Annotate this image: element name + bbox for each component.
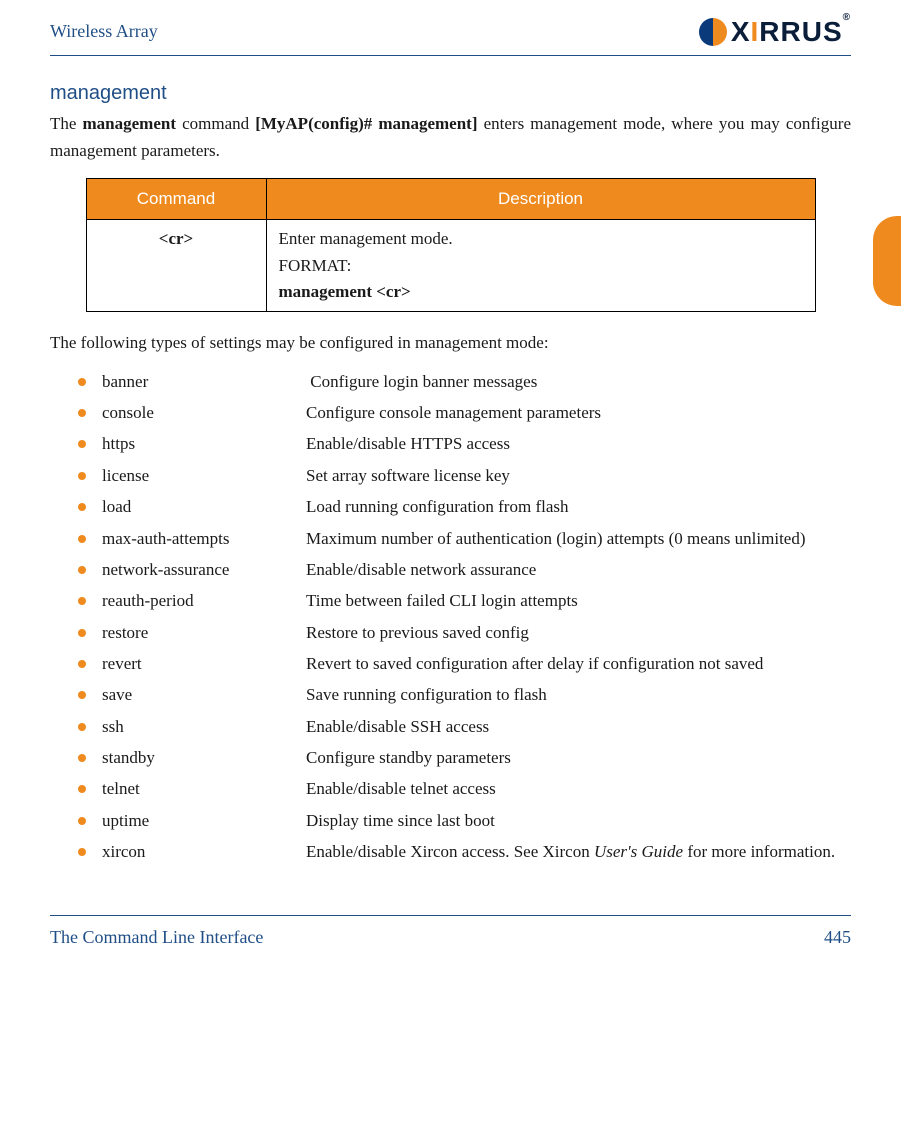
desc-line-3: management <cr> <box>279 282 411 301</box>
setting-term: ssh <box>102 714 306 740</box>
list-item: revertRevert to saved configuration afte… <box>78 651 851 677</box>
table-cell-command: <cr> <box>86 220 266 312</box>
table-row: <cr> Enter management mode. FORMAT: mana… <box>86 220 815 312</box>
setting-term: standby <box>102 745 306 771</box>
setting-def: Configure standby parameters <box>306 748 511 767</box>
side-tab <box>873 216 901 306</box>
list-item: max-auth-attemptsMaximum number of authe… <box>78 526 851 552</box>
list-item: loadLoad running configuration from flas… <box>78 494 851 520</box>
list-item: restoreRestore to previous saved config <box>78 620 851 646</box>
setting-term: max-auth-attempts <box>102 526 306 552</box>
setting-term: console <box>102 400 306 426</box>
section-heading: management <box>50 78 851 109</box>
setting-def: Enable/disable HTTPS access <box>306 434 510 453</box>
setting-term: network-assurance <box>102 557 306 583</box>
setting-term: save <box>102 682 306 708</box>
running-header: Wireless Array XIRRUS® <box>50 10 851 56</box>
setting-def: Enable/disable SSH access <box>306 717 489 736</box>
list-item: telnetEnable/disable telnet access <box>78 776 851 802</box>
list-item: httpsEnable/disable HTTPS access <box>78 431 851 457</box>
list-item: reauth-periodTime between failed CLI log… <box>78 588 851 614</box>
intro-text-1: The <box>50 114 83 133</box>
setting-term: uptime <box>102 808 306 834</box>
setting-def: Maximum number of authentication (login)… <box>306 529 806 548</box>
brand-name: XIRRUS® <box>731 10 851 53</box>
command-table: Command Description <cr> Enter managemen… <box>86 178 816 312</box>
setting-def-italic: User's Guide <box>594 842 683 861</box>
setting-term: xircon <box>102 839 306 865</box>
setting-def: Configure console management parameters <box>306 403 601 422</box>
intro-text-2: command <box>176 114 255 133</box>
footer-left: The Command Line Interface <box>50 924 263 952</box>
setting-def: Enable/disable network assurance <box>306 560 536 579</box>
list-item: licenseSet array software license key <box>78 463 851 489</box>
desc-line-1: Enter management mode. <box>279 226 803 252</box>
setting-term: https <box>102 431 306 457</box>
setting-def: Time between failed CLI login attempts <box>306 591 578 610</box>
list-item: sshEnable/disable SSH access <box>78 714 851 740</box>
setting-def: Display time since last boot <box>306 811 495 830</box>
list-item: standbyConfigure standby parameters <box>78 745 851 771</box>
table-header-description: Description <box>266 179 815 220</box>
footer-page-number: 445 <box>824 924 851 952</box>
setting-term: revert <box>102 651 306 677</box>
brand-logo: XIRRUS® <box>699 10 851 53</box>
table-header-row: Command Description <box>86 179 815 220</box>
setting-term: telnet <box>102 776 306 802</box>
list-item: saveSave running configuration to flash <box>78 682 851 708</box>
setting-def: Load running configuration from flash <box>306 497 569 516</box>
setting-def: Restore to previous saved config <box>306 623 529 642</box>
setting-term: banner <box>102 369 306 395</box>
running-header-title: Wireless Array <box>50 18 158 46</box>
setting-def: Set array software license key <box>306 466 510 485</box>
table-header-command: Command <box>86 179 266 220</box>
list-item: consoleConfigure console management para… <box>78 400 851 426</box>
setting-term: license <box>102 463 306 489</box>
settings-lead: The following types of settings may be c… <box>50 330 851 356</box>
list-item: xirconEnable/disable Xircon access. See … <box>78 839 851 865</box>
logo-icon <box>699 18 727 46</box>
desc-line-2: FORMAT: <box>279 253 803 279</box>
intro-paragraph: The management command [MyAP(config)# ma… <box>50 111 851 164</box>
setting-term: restore <box>102 620 306 646</box>
page: Wireless Array XIRRUS® management The ma… <box>0 0 901 972</box>
intro-bold-2: [MyAP(config)# management] <box>255 114 477 133</box>
setting-term: load <box>102 494 306 520</box>
intro-bold-1: management <box>83 114 176 133</box>
table-cell-description: Enter management mode. FORMAT: managemen… <box>266 220 815 312</box>
setting-def: Enable/disable telnet access <box>306 779 496 798</box>
page-footer: The Command Line Interface 445 <box>50 915 851 952</box>
list-item: banner Configure login banner messages <box>78 369 851 395</box>
list-item: uptimeDisplay time since last boot <box>78 808 851 834</box>
registered-mark: ® <box>843 12 851 23</box>
setting-def: Revert to saved configuration after dela… <box>306 654 763 673</box>
setting-def: Configure login banner messages <box>306 372 537 391</box>
setting-def: for more information. <box>683 842 835 861</box>
settings-list: banner Configure login banner messagesco… <box>50 369 851 866</box>
setting-def: Enable/disable Xircon access. See Xircon <box>306 842 594 861</box>
list-item: network-assuranceEnable/disable network … <box>78 557 851 583</box>
setting-def: Save running configuration to flash <box>306 685 547 704</box>
setting-term: reauth-period <box>102 588 306 614</box>
